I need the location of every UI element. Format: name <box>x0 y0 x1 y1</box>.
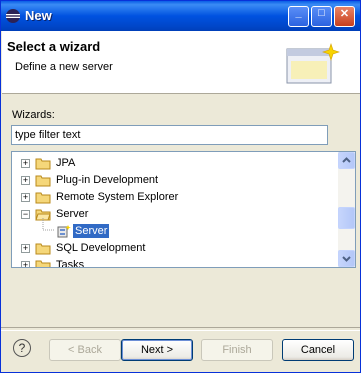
eclipse-icon <box>6 9 20 23</box>
tree-item-label: Tasks <box>56 259 85 267</box>
scroll-up-button[interactable] <box>338 152 355 169</box>
folder-icon <box>35 260 51 267</box>
collapse-icon[interactable]: − <box>21 210 30 219</box>
next-button[interactable]: Next > <box>121 339 193 361</box>
page-description: Define a new server <box>15 61 113 73</box>
window-title: New <box>25 8 52 23</box>
tree-item-label: Plug-in Development <box>56 174 159 186</box>
folder-icon <box>35 243 51 255</box>
tree-item-label: Server <box>56 208 89 220</box>
expand-icon[interactable]: + <box>21 193 30 202</box>
tree-item-plugin-development[interactable]: + Plug-in Development <box>12 172 340 189</box>
expand-icon[interactable]: + <box>21 261 30 267</box>
new-wizard-dialog: New _ □ ✕ Select a wizard Define a new s… <box>0 0 361 373</box>
tree-item-sql-development[interactable]: + SQL Development <box>12 240 340 257</box>
footer-divider <box>1 327 360 331</box>
scroll-down-button[interactable] <box>338 250 355 267</box>
chevron-up-icon <box>342 157 351 163</box>
folder-icon <box>35 175 51 187</box>
folder-icon <box>35 158 51 170</box>
scroll-thumb[interactable] <box>338 207 355 229</box>
expand-icon[interactable]: + <box>21 159 30 168</box>
maximize-button[interactable]: □ <box>311 6 332 27</box>
back-button[interactable]: < Back <box>49 339 121 361</box>
chevron-down-icon <box>342 256 351 262</box>
title-bar[interactable]: New _ □ ✕ <box>1 1 360 31</box>
minimize-button[interactable]: _ <box>288 6 309 27</box>
expand-icon[interactable]: + <box>21 244 30 253</box>
server-wizard-icon <box>57 225 71 238</box>
help-button[interactable]: ? <box>13 339 31 357</box>
wizards-label: Wizards: <box>12 109 55 121</box>
close-button[interactable]: ✕ <box>334 6 355 27</box>
tree-item-label: SQL Development <box>56 242 146 254</box>
folder-icon <box>35 192 51 204</box>
expand-icon[interactable]: + <box>21 176 30 185</box>
new-wizard-banner-icon <box>286 43 340 84</box>
cancel-button[interactable]: Cancel <box>282 339 354 361</box>
tree-item-remote-system-explorer[interactable]: + Remote System Explorer <box>12 189 340 206</box>
finish-button[interactable]: Finish <box>201 339 273 361</box>
tree-item-label: Remote System Explorer <box>56 191 179 203</box>
tree-item-label: JPA <box>56 157 76 169</box>
tree-item-jpa[interactable]: + JPA <box>12 155 340 172</box>
tree-viewport: + JPA + Plug-in Development + Remote Sys… <box>12 152 340 267</box>
wizard-header: Select a wizard Define a new server <box>2 31 360 94</box>
tree-scrollbar[interactable] <box>338 152 355 267</box>
tree-item-server-category[interactable]: − Server <box>12 206 340 223</box>
tree-item-server-wizard[interactable]: Server <box>12 223 340 240</box>
filter-input[interactable] <box>11 125 328 145</box>
wizard-tree[interactable]: + JPA + Plug-in Development + Remote Sys… <box>11 151 356 268</box>
tree-item-label: Server <box>73 224 110 238</box>
page-title: Select a wizard <box>7 39 101 54</box>
tree-item-tasks[interactable]: + Tasks <box>12 257 340 267</box>
